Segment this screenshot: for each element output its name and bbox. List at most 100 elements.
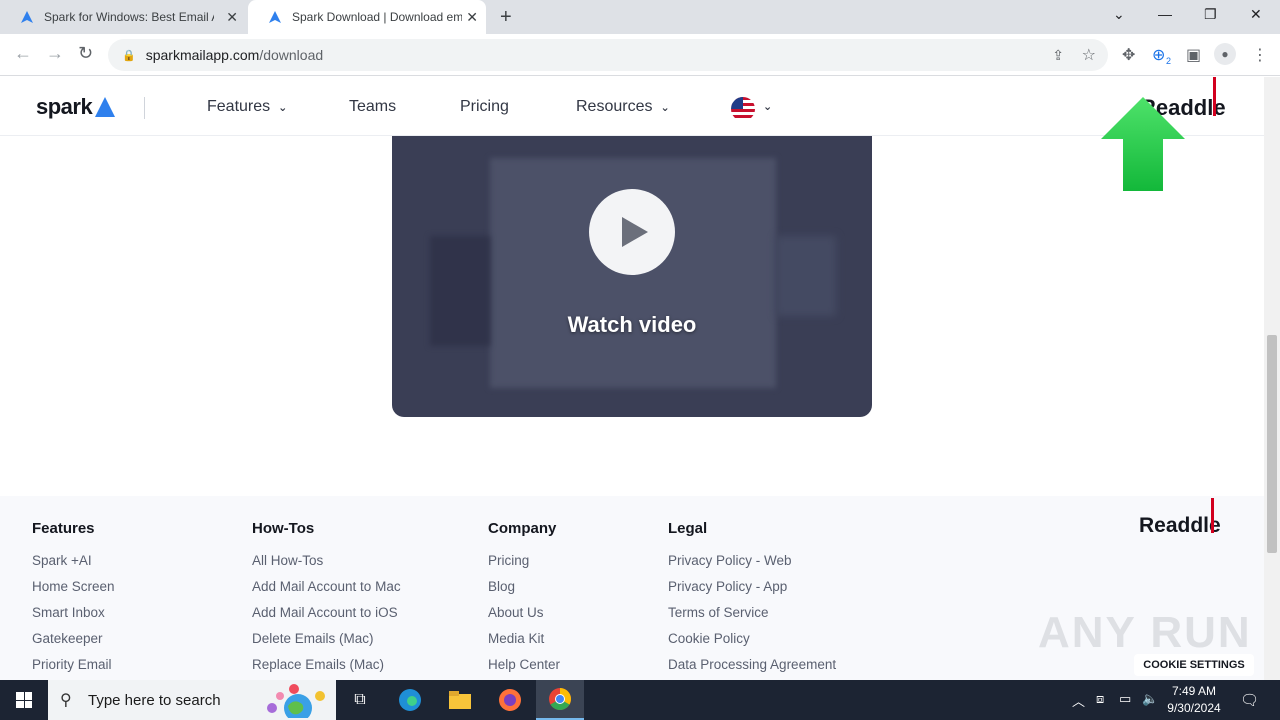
scrollbar-thumb[interactable] — [1267, 335, 1277, 553]
taskbar-search-box[interactable]: ⚲ Type here to search — [48, 680, 336, 720]
task-view-icon[interactable]: ⧉ — [336, 680, 384, 720]
network-status-icon[interactable]: ⧈ — [1096, 691, 1104, 707]
tab-search-chevron-icon[interactable]: ⌄ — [1113, 6, 1125, 23]
show-hidden-icons-chevron-icon[interactable]: ︿ — [1072, 691, 1085, 710]
taskbar-clock[interactable]: 7:49 AM 9/30/2024 — [1160, 683, 1228, 717]
footer-link[interactable]: Pricing — [488, 553, 560, 568]
forward-button[interactable]: → — [46, 43, 64, 64]
nav-resources[interactable]: Resources ⌄ — [576, 98, 670, 116]
nav-teams[interactable]: Teams — [349, 98, 396, 116]
windows-taskbar: ⚲ Type here to search ⧉ ︿ ⧈ ▭ 🔈 7:49 AM … — [0, 680, 1280, 720]
nav-label: Teams — [349, 98, 397, 115]
extensions-puzzle-icon[interactable]: ✥ — [1122, 45, 1135, 65]
edge-browser-icon[interactable] — [386, 680, 434, 720]
footer-heading: Legal — [668, 520, 708, 537]
close-tab-icon[interactable]: ✕ — [466, 9, 478, 26]
footer-link[interactable]: Privacy Policy - App — [668, 579, 836, 594]
chrome-icon[interactable] — [536, 680, 584, 720]
close-window-button[interactable]: ✕ — [1250, 6, 1262, 23]
footer-link[interactable]: All How-Tos — [252, 553, 401, 568]
url-path: /download — [259, 47, 324, 63]
close-tab-icon[interactable]: ✕ — [226, 9, 238, 26]
site-header: spark Features ⌄ Teams Pricing Resources ⌄… — [0, 77, 1264, 136]
search-placeholder: Type here to search — [88, 691, 221, 709]
logo-text: spark — [36, 94, 93, 119]
readdle-logo-mark — [1213, 77, 1216, 116]
chevron-down-icon: ⌄ — [278, 101, 288, 114]
cookie-settings-button[interactable]: COOKIE SETTINGS — [1134, 654, 1254, 676]
site-footer: Features Spark +AI Home Screen Smart Inb… — [0, 496, 1264, 680]
new-tab-button[interactable]: + — [500, 6, 512, 29]
play-icon — [622, 217, 648, 247]
profile-avatar-icon[interactable]: ● — [1214, 43, 1236, 65]
minimize-button[interactable]: — — [1158, 6, 1172, 22]
clock-date: 9/30/2024 — [1167, 701, 1221, 715]
side-panel-icon[interactable]: ▣ — [1186, 45, 1201, 65]
spark-favicon-icon — [268, 10, 282, 24]
footer-link[interactable]: Spark +AI — [32, 553, 115, 568]
us-flag-icon[interactable] — [731, 97, 755, 121]
footer-link[interactable]: Data Processing Agreement — [668, 657, 836, 672]
footer-link[interactable]: Gatekeeper — [32, 631, 115, 646]
footer-link[interactable]: Add Mail Account to iOS — [252, 605, 401, 620]
page-viewport: spark Features ⌄ Teams Pricing Resources ⌄… — [0, 77, 1264, 680]
chevron-down-icon: ⌄ — [660, 101, 670, 114]
video-thumbnail-side — [776, 236, 836, 316]
nav-features[interactable]: Features ⌄ — [207, 98, 287, 116]
footer-readdle-logo[interactable]: Readdle — [1139, 514, 1221, 538]
footer-link[interactable]: Cookie Policy — [668, 631, 836, 646]
network-icon[interactable]: ▭ — [1119, 691, 1131, 707]
language-chevron-down-icon[interactable]: ⌄ — [763, 100, 772, 113]
footer-column-features: Features Spark +AI Home Screen Smart Inb… — [32, 520, 115, 680]
downloads-icon[interactable]: ⊕ — [1152, 45, 1165, 65]
footer-link[interactable]: Smart Inbox — [32, 605, 115, 620]
footer-link[interactable]: Media Kit — [488, 631, 560, 646]
restore-button[interactable]: ❐ — [1204, 6, 1217, 23]
bookmark-star-icon[interactable]: ☆ — [1082, 45, 1096, 65]
tab-title: Spark for Windows: Best Email A — [44, 10, 214, 24]
readdle-logo-mark — [1211, 498, 1214, 533]
tab-title: Spark Download | Download em — [292, 10, 462, 24]
back-button[interactable]: ← — [14, 43, 32, 64]
video-player[interactable]: Watch video — [392, 136, 872, 417]
footer-link[interactable]: Delete Emails (Mac) — [252, 631, 401, 646]
nav-label: Pricing — [460, 98, 509, 115]
file-explorer-icon[interactable] — [436, 680, 484, 720]
share-icon[interactable]: ⇪ — [1052, 47, 1064, 64]
downloads-badge: 2 — [1166, 56, 1172, 66]
browser-tab-spark-download[interactable]: Spark Download | Download em ✕ — [248, 0, 486, 34]
search-highlight-globe-icon — [267, 684, 325, 718]
spark-logo[interactable]: spark — [36, 94, 116, 120]
footer-link[interactable]: Home Screen — [32, 579, 115, 594]
windows-logo-icon — [16, 692, 32, 708]
anyrun-watermark: ANY RUN — [1038, 608, 1252, 657]
green-up-arrow-icon — [1101, 97, 1185, 191]
footer-heading: Company — [488, 520, 557, 537]
play-button[interactable] — [589, 189, 675, 275]
address-bar[interactable]: 🔒 sparkmailapp.com/download ⇪ ☆ — [108, 39, 1108, 71]
watch-video-label[interactable]: Watch video — [392, 312, 872, 338]
volume-icon[interactable]: 🔈 — [1142, 691, 1158, 707]
spark-logo-icon — [95, 97, 116, 117]
footer-link[interactable]: Terms of Service — [668, 605, 836, 620]
footer-link[interactable]: Privacy Policy - Web — [668, 553, 836, 568]
lock-icon: 🔒 — [122, 49, 136, 62]
footer-link[interactable]: Add Mail Account to Mac — [252, 579, 401, 594]
page-scrollbar[interactable] — [1264, 77, 1280, 680]
notifications-icon[interactable]: 🗨 — [1240, 691, 1259, 709]
footer-link[interactable]: Priority Email — [32, 657, 115, 672]
footer-link[interactable]: Help Center — [488, 657, 560, 672]
browser-toolbar: ← → ↻ 🔒 sparkmailapp.com/download ⇪ ☆ ✥ … — [0, 34, 1280, 76]
nav-pricing[interactable]: Pricing — [460, 98, 509, 116]
firefox-icon[interactable] — [486, 680, 534, 720]
footer-link[interactable]: Replace Emails (Mac) — [252, 657, 401, 672]
start-button[interactable] — [0, 680, 48, 720]
footer-column-howtos: How-Tos All How-Tos Add Mail Account to … — [252, 520, 401, 680]
footer-link[interactable]: About Us — [488, 605, 560, 620]
browser-menu-icon[interactable]: ⋮ — [1252, 45, 1268, 65]
reload-button[interactable]: ↻ — [78, 43, 93, 64]
browser-tab-spark-windows[interactable]: Spark for Windows: Best Email A ✕ — [0, 0, 246, 34]
spark-favicon-icon — [20, 10, 34, 24]
footer-link[interactable]: Blog — [488, 579, 560, 594]
nav-label: Features — [207, 98, 271, 115]
